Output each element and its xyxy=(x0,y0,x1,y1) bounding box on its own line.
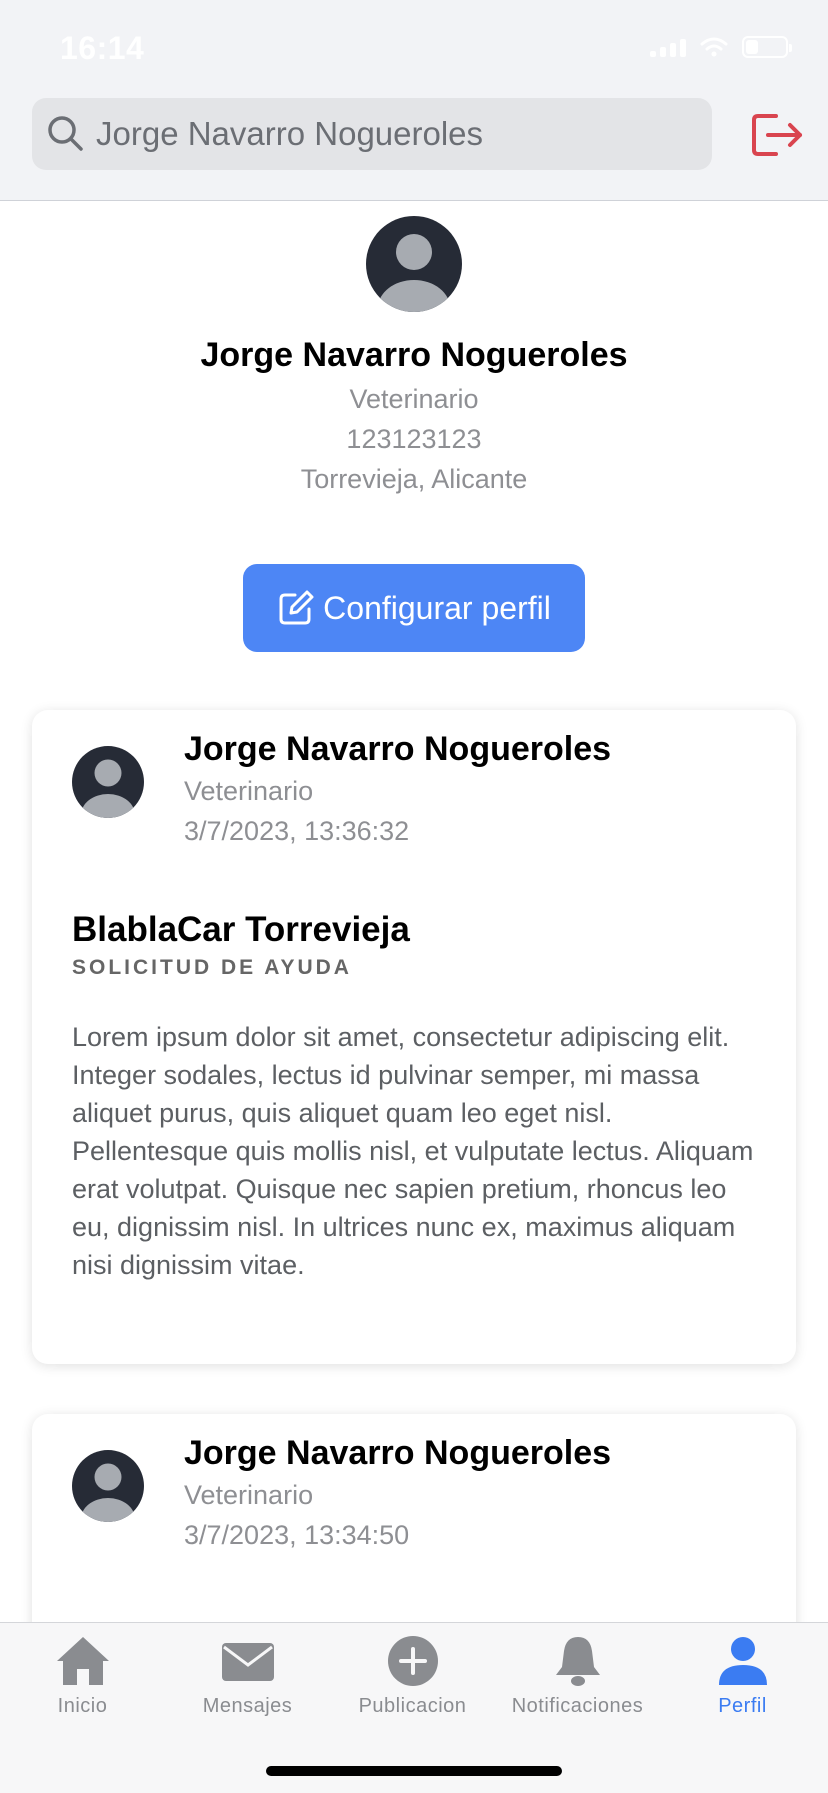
top-header: Jorge Navarro Nogueroles xyxy=(0,96,828,201)
post-card[interactable]: Jorge Navarro Nogueroles Veterinario 3/7… xyxy=(32,710,796,1364)
profile-phone: 123123123 xyxy=(346,424,482,454)
post-author: Jorge Navarro Nogueroles xyxy=(184,1434,612,1472)
battery-icon xyxy=(742,36,792,58)
wifi-icon xyxy=(700,37,728,57)
tab-inicio[interactable]: Inicio xyxy=(0,1633,165,1718)
post-date: 3/7/2023, 13:34:50 xyxy=(184,1520,410,1550)
profile-name: Jorge Navarro Nogueroles xyxy=(200,336,628,374)
search-icon xyxy=(48,116,83,151)
status-time: 16:14 xyxy=(60,30,145,66)
tab-notificaciones[interactable]: Notificaciones xyxy=(495,1633,660,1718)
person-icon xyxy=(718,1637,767,1685)
home-indicator xyxy=(266,1766,562,1776)
logout-icon[interactable] xyxy=(750,112,806,158)
profile-location: Torrevieja, Alicante xyxy=(300,464,528,494)
search-input[interactable]: Jorge Navarro Nogueroles xyxy=(32,98,712,170)
post-category: SOLICITUD DE AYUDA xyxy=(72,956,352,979)
mail-icon xyxy=(221,1643,274,1681)
tab-label: Inicio xyxy=(57,1695,108,1717)
profile-avatar xyxy=(366,216,462,312)
configure-profile-label: Configurar perfil xyxy=(323,589,551,626)
tab-label: Publicacion xyxy=(358,1695,467,1717)
plus-circle-icon xyxy=(387,1636,438,1686)
status-bar: 16:14 xyxy=(0,0,828,96)
tab-label: Notificaciones xyxy=(511,1695,644,1717)
avatar xyxy=(72,1450,144,1522)
tab-label: Perfil xyxy=(718,1695,767,1717)
tab-mensajes[interactable]: Mensajes xyxy=(165,1633,330,1718)
search-value: Jorge Navarro Nogueroles xyxy=(96,115,484,152)
post-title: BlablaCar Torrevieja xyxy=(72,910,410,949)
tab-perfil[interactable]: Perfil xyxy=(660,1633,825,1718)
post-body: Lorem ipsum dolor sit amet, consectetur … xyxy=(72,1022,754,1280)
post-author: Jorge Navarro Nogueroles xyxy=(184,730,612,768)
signal-icon xyxy=(650,37,686,57)
configure-profile-button[interactable]: Configurar perfil xyxy=(243,564,585,652)
tab-publicacion[interactable]: Publicacion xyxy=(330,1633,495,1718)
post-author-role: Veterinario xyxy=(184,1480,314,1510)
home-icon xyxy=(56,1637,109,1685)
post-date: 3/7/2023, 13:36:32 xyxy=(184,816,410,846)
post-author-role: Veterinario xyxy=(184,776,314,806)
tab-label: Mensajes xyxy=(202,1695,293,1717)
status-icons xyxy=(650,36,792,58)
bell-icon xyxy=(555,1637,600,1686)
avatar xyxy=(72,746,144,818)
edit-icon xyxy=(279,590,314,625)
profile-role: Veterinario xyxy=(349,384,479,414)
